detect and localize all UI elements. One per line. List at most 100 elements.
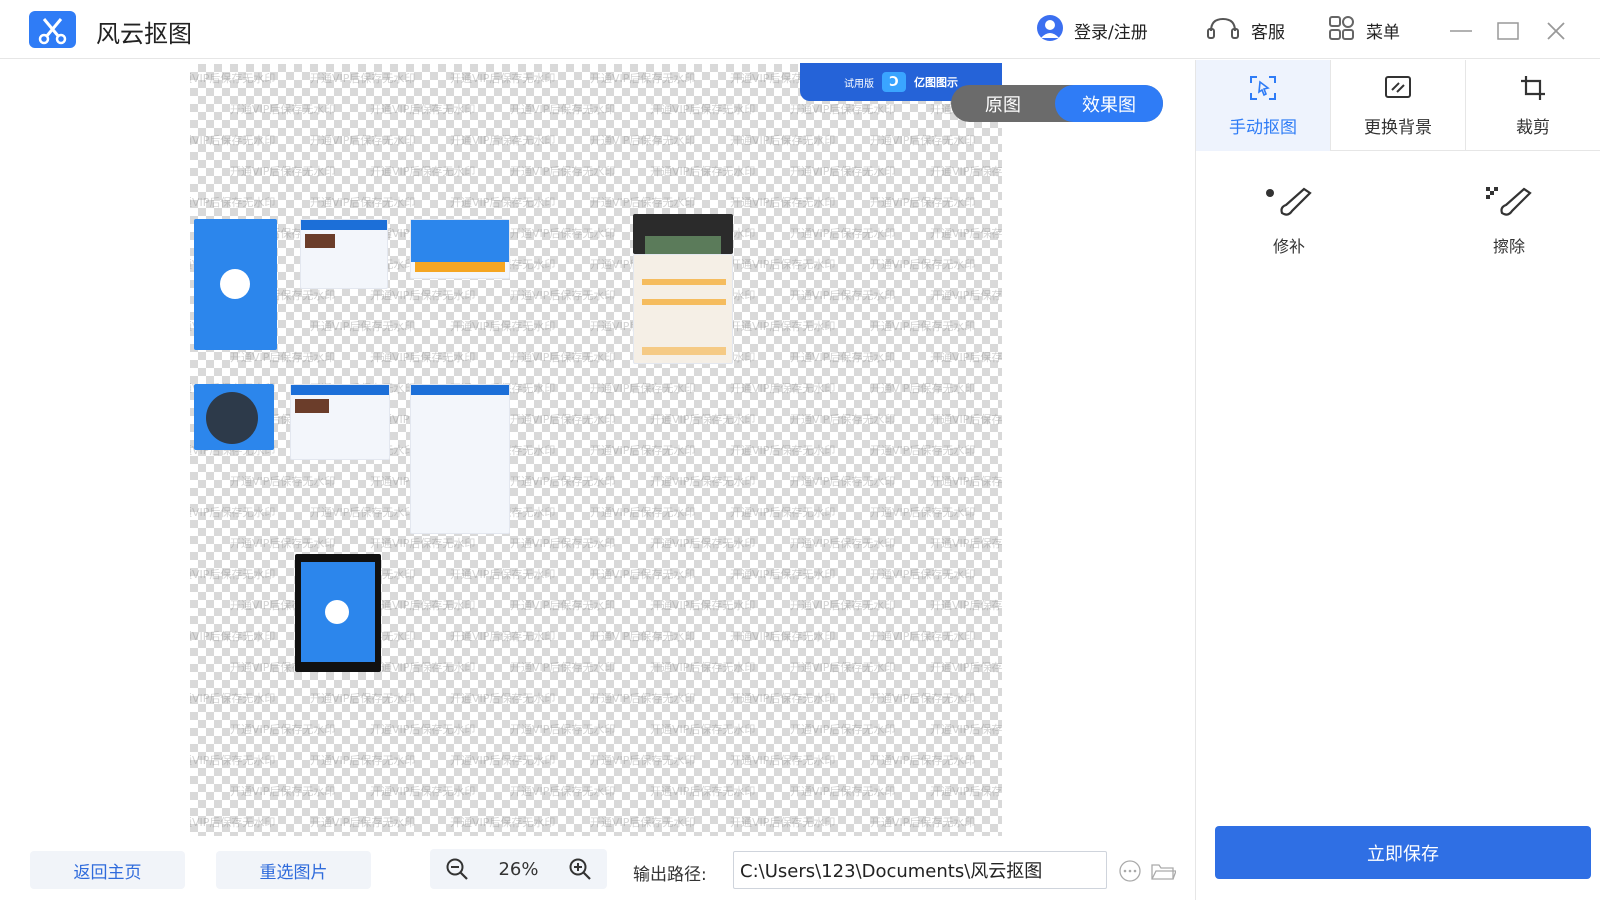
watermark-text: 开通VIP后保存无水印 bbox=[930, 473, 1002, 489]
tab-change-background[interactable]: 更换背景 bbox=[1331, 60, 1466, 151]
watermark-text: 开通VIP后保存无水印 bbox=[930, 349, 1002, 365]
watermark-text: 开通VIP后保存无水印 bbox=[870, 690, 975, 706]
zoom-in-icon[interactable] bbox=[568, 857, 592, 881]
preview-canvas[interactable]: 开通VIP后保存无水印开通VIP后保存无水印开通VIP后保存无水印开通VIP后保… bbox=[190, 64, 1002, 836]
watermark-text: 开通VIP后保存无水印 bbox=[510, 473, 615, 489]
tab-label: 裁剪 bbox=[1516, 113, 1550, 138]
watermark-text: 开通VIP后保存无水印 bbox=[310, 70, 415, 86]
user-avatar-icon bbox=[1036, 14, 1064, 47]
watermark-text: 开通VIP后保存无水印 bbox=[870, 628, 975, 644]
watermark-text: 开通VIP后保存无水印 bbox=[790, 163, 895, 179]
login-register-label: 登录/注册 bbox=[1074, 18, 1148, 43]
output-path-field[interactable]: C:\Users\123\Documents\风云抠图 bbox=[733, 851, 1107, 889]
screenshot-thumbnail bbox=[410, 384, 510, 534]
watermark-text: 开通VIP后保存无水印 bbox=[930, 597, 1002, 613]
watermark-text: 开通VIP后保存无水印 bbox=[650, 783, 755, 799]
watermark-text: 开通VIP后保存无水印 bbox=[870, 504, 975, 520]
canvas-area: 开通VIP后保存无水印开通VIP后保存无水印开通VIP后保存无水印开通VIP后保… bbox=[0, 60, 1195, 840]
watermark-text: 开通VIP后保存无水印 bbox=[450, 690, 555, 706]
watermark-text: 开通VIP后保存无水印 bbox=[450, 814, 555, 830]
watermark-text: 开通VIP后保存无水印 bbox=[510, 783, 615, 799]
watermark-text: 开通VIP后保存无水印 bbox=[310, 194, 415, 210]
view-toggle: 原图 效果图 bbox=[951, 85, 1163, 122]
watermark-text: 开通VIP后保存无水印 bbox=[870, 194, 975, 210]
screenshot-thumbnail bbox=[633, 214, 733, 254]
manual-cutout-icon bbox=[1248, 74, 1278, 107]
watermark-text: 开通VIP后保存无水印 bbox=[190, 504, 275, 520]
watermark-text: 开通VIP后保存无水印 bbox=[450, 318, 555, 334]
toggle-result-button[interactable]: 效果图 bbox=[1055, 85, 1163, 122]
watermark-text: 开通VIP后保存无水印 bbox=[190, 70, 275, 86]
watermark-text: 开通VIP后保存无水印 bbox=[870, 132, 975, 148]
repair-tool-button[interactable]: 修补 bbox=[1244, 185, 1334, 257]
back-home-button[interactable]: 返回主页 bbox=[30, 851, 185, 889]
watermark-text: 开通VIP后保存无水印 bbox=[230, 535, 335, 551]
app-logo-icon bbox=[29, 11, 76, 48]
save-now-button[interactable]: 立即保存 bbox=[1215, 826, 1591, 879]
watermark-text: 开通VIP后保存无水印 bbox=[930, 535, 1002, 551]
watermark-text: 开通VIP后保存无水印 bbox=[790, 349, 895, 365]
watermark-text: 开通VIP后保存无水印 bbox=[450, 70, 555, 86]
watermark-text: 开通VIP后保存无水印 bbox=[730, 194, 835, 210]
watermark-text: 开通VIP后保存无水印 bbox=[450, 566, 555, 582]
watermark-text: 开通VIP后保存无水印 bbox=[310, 752, 415, 768]
watermark-text: 开通VIP后保存无水印 bbox=[730, 752, 835, 768]
watermark-text: 开通VIP后保存无水印 bbox=[190, 814, 275, 830]
watermark-text: 开通VIP后保存无水印 bbox=[650, 535, 755, 551]
watermark-text: 开通VIP后保存无水印 bbox=[190, 194, 275, 210]
watermark-text: 开通VIP后保存无水印 bbox=[510, 349, 615, 365]
folder-icon[interactable] bbox=[1150, 860, 1176, 882]
right-panel: 手动抠图 更换背景 裁剪 bbox=[1195, 60, 1600, 900]
watermark-text: 开通VIP后保存无水印 bbox=[790, 721, 895, 737]
menu-label: 菜单 bbox=[1366, 18, 1400, 43]
watermark-text: 开通VIP后保存无水印 bbox=[930, 287, 1002, 303]
toggle-original-button[interactable]: 原图 bbox=[951, 85, 1055, 122]
tab-crop[interactable]: 裁剪 bbox=[1466, 60, 1600, 151]
watermark-text: 开通VIP后保存无水印 bbox=[590, 504, 695, 520]
watermark-text: 开通VIP后保存无水印 bbox=[230, 349, 335, 365]
watermark-text: 开通VIP后保存无水印 bbox=[510, 411, 615, 427]
watermark-text: 开通VIP后保存无水印 bbox=[870, 256, 975, 272]
watermark-text: 开通VIP后保存无水印 bbox=[870, 380, 975, 396]
erase-brush-icon bbox=[1484, 185, 1534, 225]
erase-tool-button[interactable]: 擦除 bbox=[1464, 185, 1554, 257]
screenshot-thumbnail bbox=[295, 554, 381, 672]
watermark-text: 开通VIP后保存无水印 bbox=[930, 783, 1002, 799]
watermark-text: 开通VIP后保存无水印 bbox=[510, 225, 615, 241]
watermark-text: 开通VIP后保存无水印 bbox=[310, 814, 415, 830]
login-register-button[interactable]: 登录/注册 bbox=[1036, 16, 1148, 44]
watermark-text: 开通VIP后保存无水印 bbox=[730, 504, 835, 520]
watermark-text: 开通VIP后保存无水印 bbox=[790, 225, 895, 241]
more-options-icon[interactable] bbox=[1117, 860, 1143, 882]
watermark-text: 开通VIP后保存无水印 bbox=[650, 659, 755, 675]
title-bar: 风云抠图 登录/注册 客服 bbox=[0, 0, 1600, 59]
watermark-text: 开通VIP后保存无水印 bbox=[790, 101, 895, 117]
watermark-text: 开通VIP后保存无水印 bbox=[190, 690, 275, 706]
trial-tag: 试用版 bbox=[844, 75, 874, 90]
change-background-icon bbox=[1383, 74, 1413, 107]
customer-service-button[interactable]: 客服 bbox=[1205, 16, 1285, 44]
menu-button[interactable]: 菜单 bbox=[1328, 16, 1400, 44]
watermark-text: 开通VIP后保存无水印 bbox=[190, 752, 275, 768]
minimize-icon[interactable] bbox=[1446, 16, 1476, 46]
headset-icon bbox=[1205, 15, 1241, 46]
reselect-image-button[interactable]: 重选图片 bbox=[216, 851, 371, 889]
watermark-text: 开通VIP后保存无水印 bbox=[590, 442, 695, 458]
watermark-text: 开通VIP后保存无水印 bbox=[790, 659, 895, 675]
watermark-text: 开通VIP后保存无水印 bbox=[870, 814, 975, 830]
screenshot-thumbnail bbox=[194, 219, 277, 350]
maximize-icon[interactable] bbox=[1493, 16, 1523, 46]
brand-logo-icon: Ɔ bbox=[882, 72, 906, 92]
watermark-text: 开通VIP后保存无水印 bbox=[370, 783, 475, 799]
watermark-text: 开通VIP后保存无水印 bbox=[190, 132, 275, 148]
zoom-out-icon[interactable] bbox=[445, 857, 469, 881]
close-icon[interactable] bbox=[1541, 16, 1571, 46]
watermark-text: 开通VIP后保存无水印 bbox=[650, 411, 755, 427]
watermark-text: 开通VIP后保存无水印 bbox=[650, 163, 755, 179]
watermark-text: 开通VIP后保存无水印 bbox=[310, 318, 415, 334]
watermark-text: 开通VIP后保存无水印 bbox=[590, 752, 695, 768]
watermark-text: 开通VIP后保存无水印 bbox=[190, 628, 275, 644]
tab-manual-cutout[interactable]: 手动抠图 bbox=[1196, 60, 1331, 151]
watermark-text: 开通VIP后保存无水印 bbox=[450, 628, 555, 644]
watermark-text: 开通VIP后保存无水印 bbox=[870, 752, 975, 768]
